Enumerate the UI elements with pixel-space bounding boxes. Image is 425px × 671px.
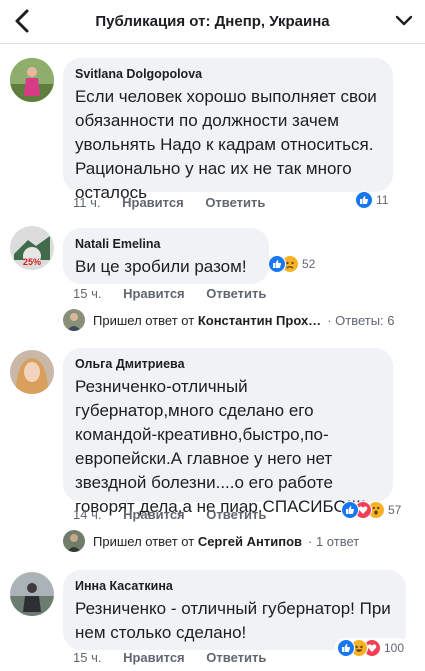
reaction-count: 57	[388, 503, 402, 517]
comment-time[interactable]: 11 ч.	[73, 195, 101, 210]
avatar	[63, 309, 85, 331]
like-icon	[268, 255, 286, 273]
avatar[interactable]	[10, 58, 54, 102]
replies-count: · 1 ответ	[308, 533, 360, 549]
like-icon	[341, 501, 359, 519]
reaction-count: 100	[384, 641, 405, 655]
comment-bubble[interactable]: Svitlana Dolgopolova Если человек хорошо…	[63, 58, 393, 202]
view-replies-link[interactable]: Пришел ответ от Сергей Антипов · 1 ответ	[63, 529, 359, 553]
like-button[interactable]: Нравится	[122, 195, 184, 210]
like-button[interactable]: Нравится	[123, 286, 185, 301]
like-button[interactable]: Нравится	[123, 650, 185, 665]
comment-bubble[interactable]: Ольга Дмитриева Резниченко-отличный губе…	[63, 348, 393, 516]
comment-time[interactable]: 15 ч.	[73, 650, 101, 665]
like-icon	[337, 639, 355, 657]
comment-actions: 14 ч. Нравится Ответить	[73, 506, 284, 524]
chevron-down-icon[interactable]	[391, 8, 417, 34]
comment-actions: 15 ч. Нравится Ответить	[73, 649, 284, 667]
comment-time[interactable]: 14 ч.	[73, 507, 101, 522]
comment-author[interactable]: Svitlana Dolgopolova	[75, 66, 381, 82]
view-replies-link[interactable]: Пришел ответ от Константин Прох… · Ответ…	[63, 308, 395, 332]
comment-author[interactable]: Ольга Дмитриева	[75, 356, 381, 372]
avatar-badge: 25%	[22, 257, 41, 267]
reply-button[interactable]: Ответить	[206, 650, 266, 665]
comment-text: Если человек хорошо выполняет свои обяза…	[75, 87, 377, 202]
reply-button[interactable]: Ответить	[206, 286, 266, 301]
reply-button[interactable]: Ответить	[205, 195, 265, 210]
replies-author: Сергей Антипов	[197, 533, 303, 549]
avatar[interactable]	[10, 350, 54, 394]
like-button[interactable]: Нравится	[123, 507, 185, 522]
back-icon[interactable]	[8, 6, 38, 36]
replies-count: · Ответы: 6	[327, 312, 395, 328]
comment-actions: 15 ч. Нравится Ответить	[73, 285, 284, 303]
like-icon	[355, 191, 373, 209]
replies-author: Константин Прох…	[197, 312, 322, 328]
reactions-summary[interactable]: 100	[335, 638, 409, 658]
reaction-count: 11	[376, 193, 389, 207]
reactions-summary[interactable]: 52	[268, 254, 315, 274]
reaction-count: 52	[302, 257, 316, 271]
replies-prefix: Пришел ответ от	[93, 533, 195, 549]
page-title: Публикация от: Днепр, Украина	[95, 13, 330, 30]
comment-author[interactable]: Natali Emelina	[75, 236, 257, 252]
top-bar: Публикация от: Днепр, Украина	[0, 0, 425, 44]
avatar	[63, 530, 85, 552]
avatar[interactable]	[10, 572, 54, 616]
reply-button[interactable]: Ответить	[206, 507, 266, 522]
reactions-summary[interactable]: 11	[355, 190, 388, 210]
replies-prefix: Пришел ответ от	[93, 312, 195, 328]
comment-text: Ви це зробили разом!	[75, 257, 247, 276]
comment-time[interactable]: 15 ч.	[73, 286, 101, 301]
reactions-summary[interactable]: 57	[341, 500, 401, 520]
comment-text: Резниченко-отличный губернатор,много сде…	[75, 377, 366, 516]
comment-bubble[interactable]: Natali Emelina Ви це зробили разом!	[63, 228, 269, 284]
comment-actions: 11 ч. Нравится Ответить	[73, 194, 283, 212]
comment-author[interactable]: Инна Касаткина	[75, 578, 394, 594]
